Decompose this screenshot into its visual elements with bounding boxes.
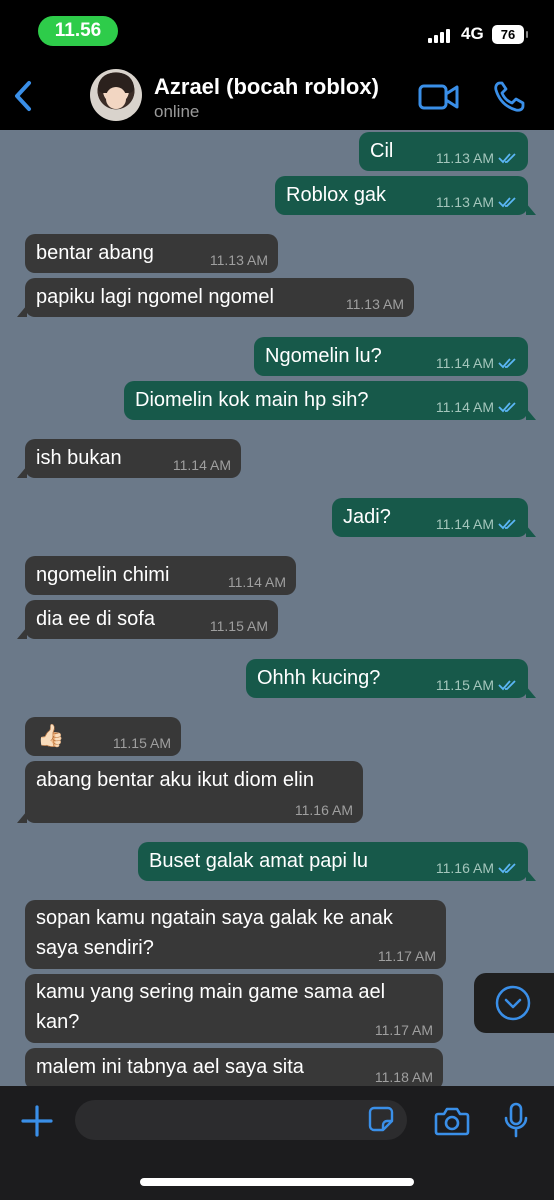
scroll-to-bottom-button[interactable] [474,973,554,1033]
message-bubble-incoming[interactable]: sopan kamu ngatain saya galak ke anak sa… [25,900,446,969]
message-meta: 11.16 AM [436,860,518,876]
message-bubble-incoming[interactable]: bentar abang 11.13 AM [25,234,278,273]
double-check-icon [498,197,516,208]
message-time: 11.13 AM [435,194,494,210]
status-time[interactable]: 11.56 [38,16,118,46]
double-check-icon [498,519,516,530]
message-bubble-incoming[interactable]: 👍🏻 11.15 AM [25,717,181,756]
message-list[interactable]: Cil 11.13 AM Roblox gak 11.13 AM bentar … [0,130,554,1086]
back-button[interactable] [8,76,40,116]
message-text: Buset galak amat papi lu [149,850,369,872]
contact-name[interactable]: Azrael (bocah roblox) [154,74,379,100]
voice-call-button[interactable] [492,80,526,114]
message-text: Jadi? [343,506,391,528]
message-bubble-incoming[interactable]: ish bukan 11.14 AM [17,439,241,478]
video-call-button[interactable] [418,82,460,112]
camera-button[interactable] [434,1106,470,1136]
microphone-icon [504,1102,528,1138]
message-time: 11.16 AM [294,802,353,818]
video-camera-icon [418,84,459,110]
signal-icon [428,27,454,43]
message-text: Ngomelin lu? [265,345,382,367]
message-text: Diomelin kok main hp sih? [135,389,369,411]
message-time: 11.14 AM [435,516,494,532]
home-indicator[interactable] [140,1178,414,1186]
message-meta: 11.14 AM [436,516,518,532]
message-bubble-incoming[interactable]: kamu yang sering main game sama ael kan?… [25,974,443,1043]
message-meta: 11.13 AM [436,194,518,210]
message-bubble-outgoing[interactable]: Ngomelin lu? 11.14 AM [254,337,528,376]
message-text: dia ee di sofa [36,608,155,630]
status-bar: 11.56 4G 76 [0,0,554,62]
message-text: Ohhh kucing? [257,667,381,689]
message-text: malem ini tabnya ael saya sita [36,1056,304,1078]
message-time: 11.15 AM [112,735,171,751]
message-time: 11.13 AM [345,296,404,312]
phone-icon [494,81,525,112]
message-bubble-incoming[interactable]: ngomelin chimi 11.14 AM [25,556,296,595]
thumbs-up-emoji: 👍🏻 [37,723,65,748]
battery-icon: 76 [492,25,528,44]
message-bubble-incoming[interactable]: abang bentar aku ikut diom elin 11.16 AM [17,761,363,823]
message-meta: 11.14 AM [436,355,518,371]
message-text: ish bukan [36,447,122,469]
message-meta: 11.14 AM [436,399,518,415]
network-type: 4G [461,24,484,43]
chat-header: Azrael (bocah roblox) online [0,62,554,130]
message-time: 11.14 AM [435,399,494,415]
camera-icon [434,1107,470,1136]
message-input[interactable] [75,1100,407,1140]
message-time: 11.14 AM [172,457,231,473]
message-bubble-incoming[interactable]: dia ee di sofa 11.15 AM [17,600,278,639]
chevron-left-icon [15,81,31,111]
message-time: 11.14 AM [227,574,286,590]
avatar[interactable] [90,69,142,121]
message-text: ngomelin chimi [36,564,170,586]
sticker-button[interactable] [368,1106,394,1132]
double-check-icon [498,358,516,369]
message-text: Cil [370,140,394,162]
plus-icon [21,1105,53,1137]
message-bubble-outgoing[interactable]: Cil 11.13 AM [359,132,528,171]
message-bubble-outgoing[interactable]: Jadi? 11.14 AM [332,498,536,537]
message-bubble-incoming[interactable]: malem ini tabnya ael saya sita 11.18 AM [25,1048,443,1086]
attach-button[interactable] [20,1104,54,1138]
message-text: abang bentar aku ikut diom elin [36,769,314,791]
message-bubble-outgoing[interactable]: Buset galak amat papi lu 11.16 AM [138,842,536,881]
sticker-icon [368,1106,394,1132]
message-time: 11.13 AM [435,150,494,166]
double-check-icon [498,680,516,691]
message-text: Roblox gak [286,184,387,206]
message-bubble-outgoing[interactable]: Diomelin kok main hp sih? 11.14 AM [124,381,536,420]
message-text: bentar abang [36,242,154,264]
message-time: 11.14 AM [435,355,494,371]
message-time: 11.18 AM [374,1069,433,1085]
chevron-down-circle-icon [495,985,531,1021]
message-time: 11.13 AM [209,252,268,268]
message-time: 11.17 AM [377,948,436,964]
double-check-icon [498,863,516,874]
message-bubble-outgoing[interactable]: Roblox gak 11.13 AM [275,176,536,215]
voice-message-button[interactable] [503,1102,529,1138]
message-time: 11.15 AM [209,618,268,634]
message-text: sopan kamu ngatain saya galak ke anak sa… [36,907,393,959]
message-meta: 11.13 AM [436,150,518,166]
message-time: 11.15 AM [435,677,494,693]
message-time: 11.16 AM [435,860,494,876]
message-bubble-outgoing[interactable]: Ohhh kucing? 11.15 AM [246,659,536,698]
contact-status: online [154,102,200,121]
message-time: 11.17 AM [374,1022,433,1038]
message-bubble-incoming[interactable]: papiku lagi ngomel ngomel 11.13 AM [17,278,414,317]
message-text: kamu yang sering main game sama ael kan? [36,981,386,1033]
message-text: papiku lagi ngomel ngomel [36,286,274,308]
double-check-icon [498,153,516,164]
message-meta: 11.15 AM [436,677,518,693]
double-check-icon [498,402,516,413]
